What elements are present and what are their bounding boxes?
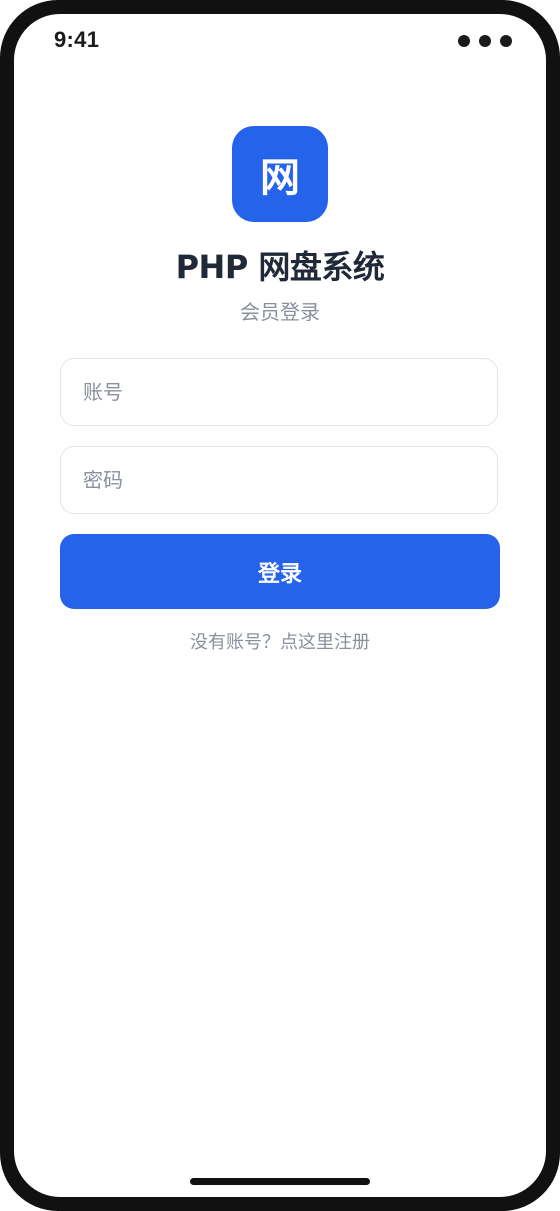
login-button[interactable]: 登录 bbox=[60, 534, 500, 609]
account-input[interactable] bbox=[60, 358, 498, 426]
status-dots-icon bbox=[458, 35, 512, 47]
register-link[interactable]: 没有账号？点这里注册 bbox=[14, 628, 546, 654]
phone-frame: 9:41 网 PHP 网盘系统 会员登录 登录 没有账号？点这里注册 bbox=[0, 0, 560, 1211]
app-logo: 网 bbox=[232, 126, 328, 222]
screen: 9:41 网 PHP 网盘系统 会员登录 登录 没有账号？点这里注册 bbox=[14, 14, 546, 1197]
password-input[interactable] bbox=[60, 446, 498, 514]
page-subtitle: 会员登录 bbox=[240, 300, 320, 324]
status-dot bbox=[458, 35, 470, 47]
status-dot bbox=[500, 35, 512, 47]
home-indicator bbox=[190, 1178, 370, 1185]
status-time: 9:41 bbox=[54, 27, 100, 52]
status-bar: 9:41 bbox=[14, 14, 546, 66]
status-dot bbox=[479, 35, 491, 47]
app-logo-glyph: 网 bbox=[260, 155, 300, 201]
page-title: PHP 网盘系统 bbox=[175, 248, 385, 286]
